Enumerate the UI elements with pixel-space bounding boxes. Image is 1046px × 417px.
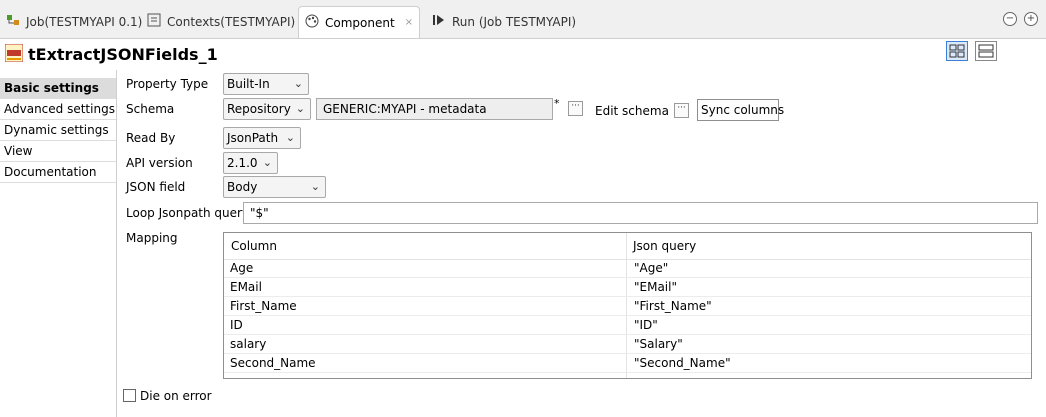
column-header[interactable]: Column (224, 233, 277, 259)
settings-nav: Basic settings Advanced settings Dynamic… (0, 78, 116, 183)
json-field-value: Body (227, 180, 258, 194)
table-row[interactable]: ID "ID" (224, 316, 1031, 335)
table-row[interactable]: First_Name "First_Name" (224, 297, 1031, 316)
column-cell: ID (230, 318, 243, 332)
api-version-value: 2.1.0 (227, 156, 258, 170)
nav-documentation[interactable]: Documentation (0, 162, 116, 183)
column-cell: First_Name (230, 299, 297, 313)
sync-columns-button[interactable]: Sync columns (697, 99, 784, 121)
chevron-down-icon: ⌄ (295, 102, 305, 115)
tab-job[interactable]: Job(TESTMYAPI 0.1) (0, 6, 143, 39)
die-on-error-label: Die on error (140, 389, 212, 403)
chevron-down-icon: ⌄ (310, 180, 320, 193)
json-query-cell[interactable]: "Age" (628, 259, 668, 278)
schema-label: Schema (126, 102, 175, 116)
nav-view[interactable]: View (0, 141, 116, 162)
api-version-select[interactable]: 2.1.0 ⌄ (223, 152, 278, 174)
run-icon (432, 7, 446, 39)
palette-icon (305, 8, 319, 40)
read-by-select[interactable]: JsonPath ⌄ (223, 127, 301, 149)
column-cell: EMail (230, 280, 262, 294)
tab-component-label: Component (325, 16, 395, 30)
schema-modified-marker: * (554, 97, 560, 110)
chevron-down-icon: ⌄ (293, 77, 303, 90)
loop-jsonpath-label: Loop Jsonpath query (126, 206, 250, 220)
json-field-label: JSON field (126, 180, 186, 194)
minimize-icon[interactable]: − (1003, 12, 1017, 26)
nav-basic-settings[interactable]: Basic settings (0, 78, 116, 99)
column-cell: salary (230, 337, 267, 351)
tab-run[interactable]: Run (Job TESTMYAPI) (426, 6, 591, 38)
edit-schema-button[interactable]: ··· (674, 103, 689, 118)
schema-browse-button[interactable]: ··· (568, 101, 583, 116)
contexts-icon (147, 7, 161, 39)
table-row[interactable]: Age "Age" (224, 259, 1031, 278)
editor-tab-bar: Job(TESTMYAPI 0.1) Contexts(TESTMYAPI) C… (0, 0, 1046, 39)
tab-run-label: Run (Job TESTMYAPI) (452, 15, 577, 29)
job-icon (6, 7, 20, 39)
schema-repository-field[interactable]: GENERIC:MYAPI - metadata (316, 98, 553, 120)
edit-schema-label: Edit schema (595, 104, 669, 118)
grid-layout-icon[interactable] (946, 41, 968, 61)
json-component-icon (4, 43, 24, 63)
read-by-label: Read By (126, 131, 176, 145)
nav-dynamic-settings[interactable]: Dynamic settings (0, 120, 116, 141)
json-query-cell[interactable]: "Second_Name" (628, 354, 731, 373)
column-cell: Second_Name (230, 356, 316, 370)
property-type-value: Built-In (227, 77, 270, 91)
read-by-value: JsonPath (227, 131, 279, 145)
tab-component[interactable]: Component × (298, 6, 420, 38)
json-query-cell[interactable]: "Salary" (628, 335, 683, 354)
json-query-cell[interactable]: "EMail" (628, 278, 677, 297)
list-layout-icon[interactable] (975, 41, 997, 61)
property-type-select[interactable]: Built-In ⌄ (223, 73, 309, 95)
json-query-header[interactable]: Json query (626, 233, 696, 259)
chevron-down-icon: ⌄ (262, 156, 272, 169)
table-row[interactable]: EMail "EMail" (224, 278, 1031, 297)
table-row[interactable]: salary "Salary" (224, 335, 1031, 354)
api-version-label: API version (126, 156, 193, 170)
component-title: tExtractJSONFields_1 (28, 45, 218, 64)
mapping-table: Column Json query Age "Age" EMail "EMail… (223, 232, 1032, 379)
mapping-label: Mapping (126, 231, 178, 245)
json-field-select[interactable]: Body ⌄ (223, 176, 326, 198)
json-query-cell[interactable]: "First_Name" (628, 297, 712, 316)
nav-advanced-settings[interactable]: Advanced settings (0, 99, 116, 120)
tab-job-label: Job(TESTMYAPI 0.1) (26, 15, 143, 29)
maximize-icon[interactable]: + (1024, 12, 1038, 26)
schema-value: Repository (227, 102, 291, 116)
tab-contexts-label: Contexts(TESTMYAPI) (167, 15, 296, 29)
table-row[interactable]: Second_Name "Second_Name" (224, 354, 1031, 373)
die-on-error-checkbox[interactable] (123, 389, 136, 402)
json-query-cell[interactable]: "ID" (628, 316, 658, 335)
schema-select[interactable]: Repository ⌄ (223, 98, 311, 120)
close-icon[interactable]: × (405, 7, 413, 39)
property-type-label: Property Type (126, 77, 209, 91)
tab-contexts[interactable]: Contexts(TESTMYAPI) (141, 6, 297, 38)
chevron-down-icon: ⌄ (285, 131, 295, 144)
loop-jsonpath-input[interactable]: "$" (243, 202, 1038, 224)
column-cell: Age (230, 261, 254, 275)
nav-divider (116, 70, 117, 417)
